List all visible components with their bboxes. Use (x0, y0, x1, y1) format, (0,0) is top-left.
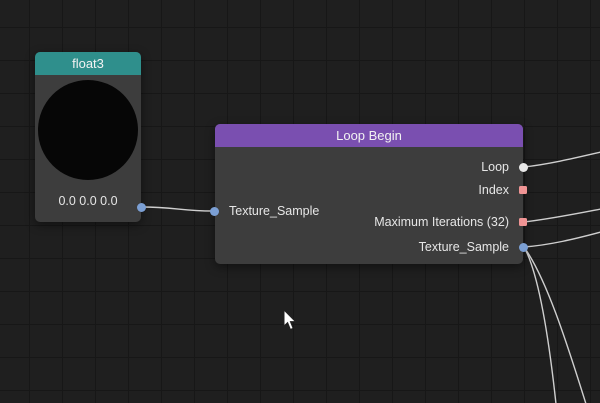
mouse-cursor (283, 310, 299, 332)
node-float3-title: float3 (72, 56, 104, 71)
output-port-loop[interactable] (519, 163, 528, 172)
wire-texture-sample-output-right[interactable] (524, 232, 600, 247)
output-label-texture-sample: Texture_Sample (419, 240, 509, 254)
output-port-index[interactable] (519, 186, 527, 194)
float3-preview-circle (38, 80, 138, 180)
output-label-loop: Loop (481, 160, 509, 174)
node-loop-begin-title: Loop Begin (336, 128, 402, 143)
output-port-maximum-iterations[interactable] (519, 218, 527, 226)
wire-texture-sample-output-down-1[interactable] (524, 247, 556, 403)
float3-output-port[interactable] (137, 203, 146, 212)
output-label-maximum-iterations: Maximum Iterations (32) (374, 215, 509, 229)
node-float3-header[interactable]: float3 (35, 52, 141, 75)
node-graph-canvas[interactable]: float3 0.0 0.0 0.0 Loop Begin Texture_Sa… (0, 0, 600, 403)
float3-value: 0.0 0.0 0.0 (35, 194, 141, 208)
wire-loop-output[interactable] (524, 152, 600, 167)
node-loop-begin[interactable]: Loop Begin Texture_Sample Loop Index Max… (215, 124, 523, 264)
node-float3[interactable]: float3 0.0 0.0 0.0 (35, 52, 141, 222)
output-label-index: Index (478, 183, 509, 197)
output-port-texture-sample[interactable] (519, 243, 528, 252)
node-loop-begin-header[interactable]: Loop Begin (215, 124, 523, 147)
wire-float3-to-loop-input[interactable] (142, 207, 212, 211)
wire-max-iterations-output[interactable] (524, 209, 600, 222)
input-label-texture-sample: Texture_Sample (229, 204, 319, 218)
input-port-texture-sample[interactable] (210, 207, 219, 216)
